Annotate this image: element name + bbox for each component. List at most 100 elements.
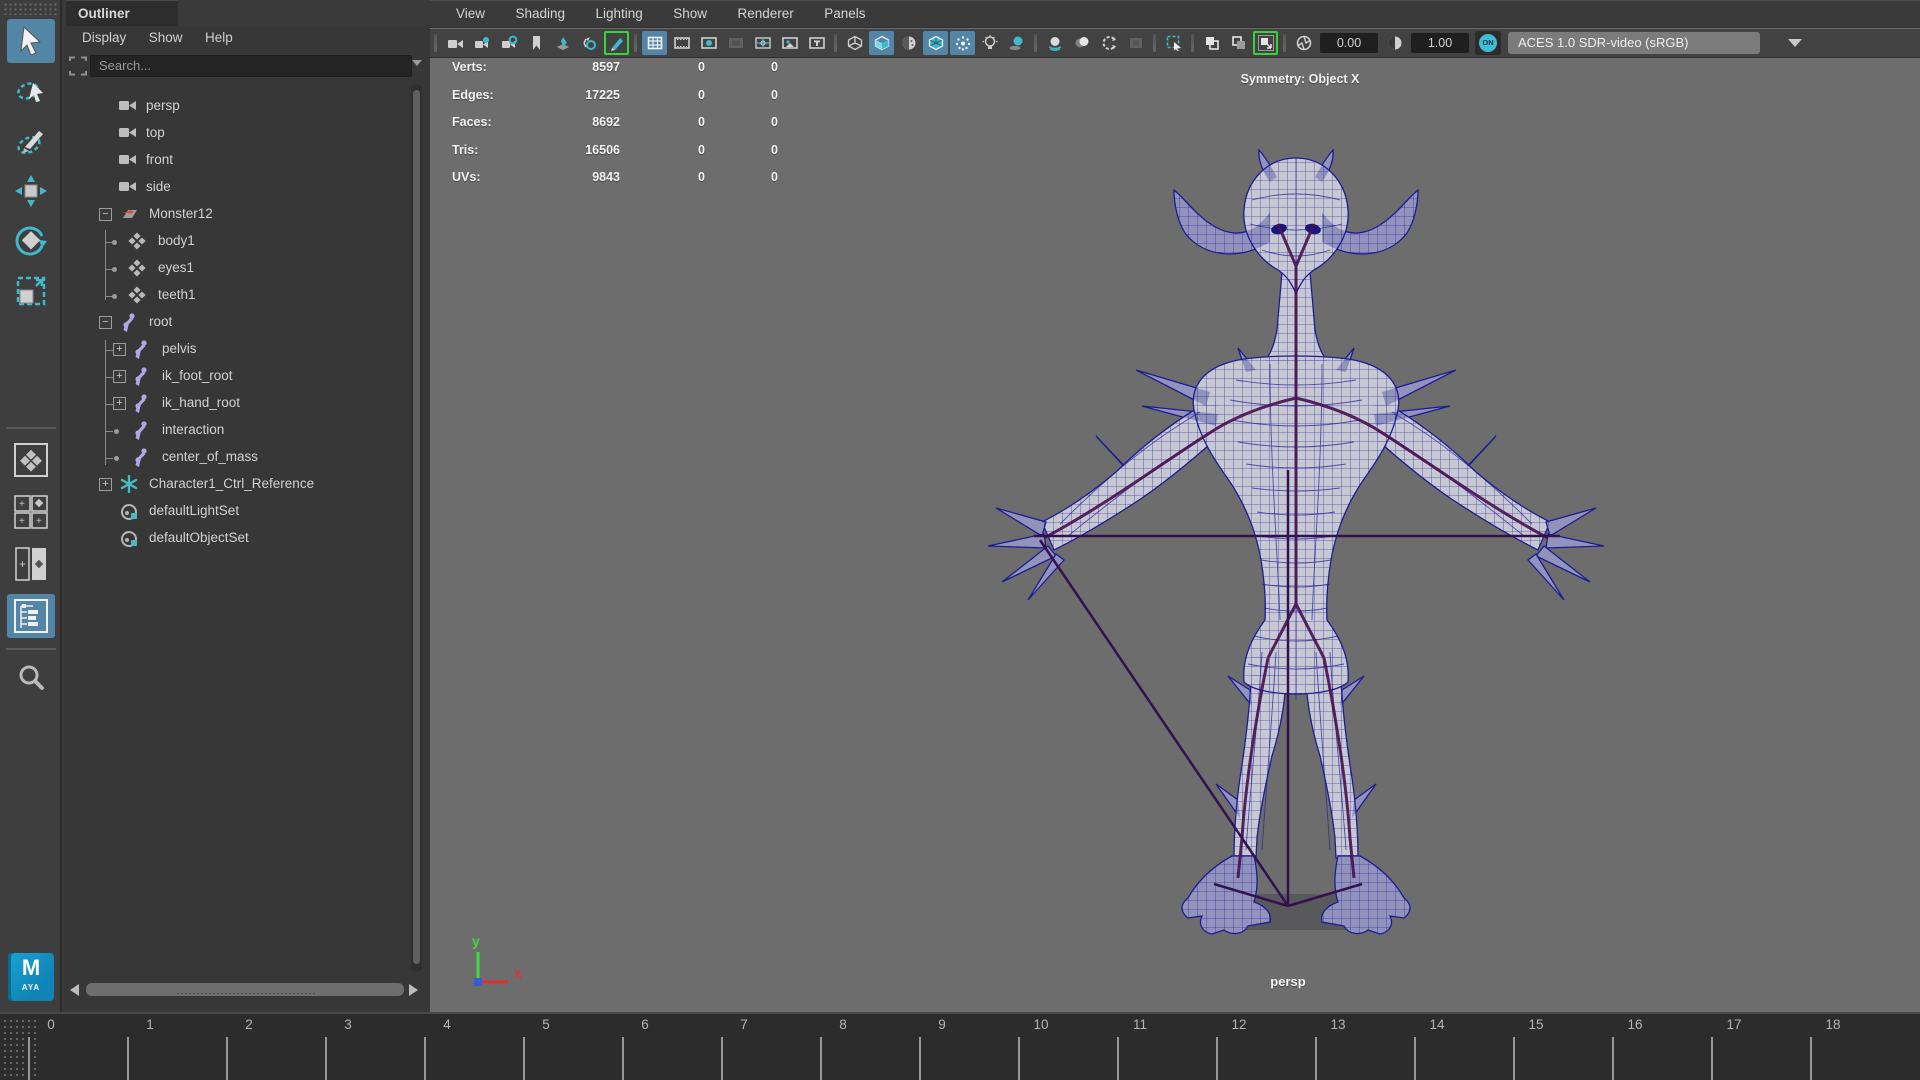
menu-show[interactable]: Show [673, 1, 707, 27]
timeline-tick[interactable] [1018, 1037, 1020, 1080]
xray-joints-icon[interactable] [1226, 31, 1251, 55]
timeline-tick[interactable] [1810, 1037, 1812, 1080]
search-input[interactable]: Search... [90, 55, 412, 77]
timeline-tick[interactable] [919, 1037, 921, 1080]
textured-icon[interactable] [896, 31, 921, 55]
scrollbar-thumb[interactable] [413, 90, 420, 964]
timeline-tick[interactable] [721, 1037, 723, 1080]
timeline-tick[interactable] [820, 1037, 822, 1080]
film-gate-icon[interactable] [669, 31, 694, 55]
xray-active-icon[interactable] [1253, 31, 1278, 55]
expand-toggle[interactable]: + [99, 478, 112, 491]
scroll-right-arrow[interactable] [409, 984, 418, 996]
outliner-item-persp[interactable]: persp [64, 93, 408, 120]
layout-outliner-persp[interactable] [7, 594, 55, 638]
timeline-tick[interactable] [622, 1037, 624, 1080]
timeline-tick[interactable] [1315, 1037, 1317, 1080]
menu-shading[interactable]: Shading [515, 1, 565, 27]
expand-toggle[interactable]: + [113, 370, 126, 383]
lighting-icon[interactable] [977, 31, 1002, 55]
outliner-horizontal-scrollbar[interactable] [66, 980, 422, 1000]
menu-show[interactable]: Show [149, 26, 183, 50]
wireframe-icon[interactable] [842, 31, 867, 55]
outliner-item-top[interactable]: top [64, 120, 408, 147]
collapse-toggle[interactable]: − [99, 316, 112, 329]
outliner-item-defaultObjectSet[interactable]: defaultObjectSet [64, 525, 408, 552]
select-tool[interactable] [7, 19, 55, 63]
grease-pencil-icon[interactable] [604, 31, 629, 55]
collapse-toggle[interactable]: − [99, 208, 112, 221]
expand-toggle[interactable]: + [113, 397, 126, 410]
outliner-item-pelvis[interactable]: + pelvis [64, 336, 408, 363]
toolbox-grip[interactable] [3, 2, 57, 15]
safe-title-icon[interactable] [804, 31, 829, 55]
timeline-tick[interactable] [28, 1037, 30, 1080]
wireframe-on-shaded-icon[interactable] [923, 31, 948, 55]
outliner-item-defaultLightSet[interactable]: defaultLightSet [64, 498, 408, 525]
outliner-item-side[interactable]: side [64, 174, 408, 201]
scale-tool[interactable] [7, 269, 55, 313]
menu-renderer[interactable]: Renderer [737, 1, 793, 27]
zoom-tool[interactable] [7, 656, 55, 700]
move-tool[interactable] [7, 169, 55, 213]
camera-icon[interactable] [442, 31, 467, 55]
outliner-item-center_of_mass[interactable]: center_of_mass [64, 444, 408, 471]
toolbar-grip[interactable] [434, 34, 437, 52]
gamma-icon[interactable] [1382, 31, 1407, 55]
safe-action-icon[interactable] [777, 31, 802, 55]
two-d-pan-zoom-icon[interactable] [577, 31, 602, 55]
shadows-icon[interactable] [1004, 31, 1029, 55]
outliner-vertical-scrollbar[interactable] [411, 84, 422, 972]
outliner-item-root[interactable]: − root [64, 309, 408, 336]
viewport-canvas[interactable]: Verts: 8597 0 0 Edges: 17225 0 0 Faces: 8692 0 0 Tri… [430, 58, 1920, 1012]
image-plane-icon[interactable] [550, 31, 575, 55]
colorspace-caret[interactable] [1788, 39, 1802, 47]
depth-of-field-icon[interactable] [1123, 31, 1148, 55]
camera-lock-icon[interactable] [469, 31, 494, 55]
motion-blur-icon[interactable] [1069, 31, 1094, 55]
xray-icon[interactable] [1199, 31, 1224, 55]
scroll-left-arrow[interactable] [70, 984, 79, 996]
exposure-icon[interactable] [1291, 31, 1316, 55]
outliner-item-interaction[interactable]: interaction [64, 417, 408, 444]
shaded-icon[interactable] [869, 31, 894, 55]
menu-lighting[interactable]: Lighting [595, 1, 642, 27]
field-chart-icon[interactable] [750, 31, 775, 55]
lasso-select-tool[interactable] [7, 69, 55, 113]
gate-mask-icon[interactable] [723, 31, 748, 55]
tab-outliner[interactable]: Outliner [66, 0, 178, 26]
isolate-select-icon[interactable] [1161, 31, 1186, 55]
gamma-field[interactable]: 1.00 [1411, 33, 1469, 53]
timeline-tick[interactable] [1216, 1037, 1218, 1080]
outliner-item-Character1_Ctrl_Reference[interactable]: + Character1_Ctrl_Reference [64, 471, 408, 498]
ambient-occlusion-icon[interactable] [1042, 31, 1067, 55]
search-dropdown-caret[interactable] [412, 60, 422, 66]
exposure-field[interactable]: 0.00 [1320, 33, 1378, 53]
timeline-tick[interactable] [1612, 1037, 1614, 1080]
timeline-tick[interactable] [1117, 1037, 1119, 1080]
paint-select-tool[interactable] [7, 119, 55, 163]
bookmark-icon[interactable] [523, 31, 548, 55]
perspective-viewport[interactable]: View Shading Lighting Show Renderer Pane… [430, 0, 1920, 1012]
timeline-tick[interactable] [523, 1037, 525, 1080]
wireframe-model[interactable] [430, 58, 1920, 1012]
color-managed-toggle[interactable]: ON [1475, 31, 1501, 55]
scrollbar-thumb[interactable] [86, 983, 404, 996]
timeline-tick[interactable] [226, 1037, 228, 1080]
anti-aliasing-icon[interactable] [1096, 31, 1121, 55]
menu-panels[interactable]: Panels [824, 1, 865, 27]
timeline-tick[interactable] [1711, 1037, 1713, 1080]
layout-two-pane[interactable]: + [7, 542, 55, 586]
outliner-item-Monster12[interactable]: − Monster12 [64, 201, 408, 228]
rotate-tool[interactable] [7, 219, 55, 263]
outliner-item-ik_hand_root[interactable]: + ik_hand_root [64, 390, 408, 417]
outliner-item-eyes1[interactable]: eyes1 [64, 255, 408, 282]
grid-icon[interactable] [642, 31, 667, 55]
layout-single-pane[interactable] [7, 438, 55, 482]
colorspace-dropdown[interactable]: ACES 1.0 SDR-video (sRGB) [1508, 32, 1760, 54]
layout-four-pane[interactable]: + + + [7, 490, 55, 534]
timeline-tick[interactable] [1414, 1037, 1416, 1080]
outliner-item-ik_foot_root[interactable]: + ik_foot_root [64, 363, 408, 390]
resolution-gate-icon[interactable] [696, 31, 721, 55]
timeline-tick[interactable] [127, 1037, 129, 1080]
